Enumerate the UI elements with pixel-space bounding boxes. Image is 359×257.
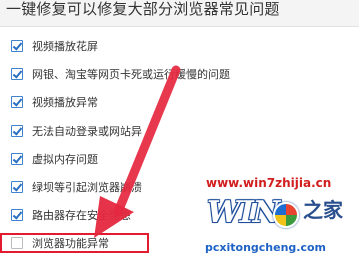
repair-option-label: 路由器存在安全隐患	[32, 209, 131, 222]
highlight-box	[0, 233, 149, 253]
repair-option-2[interactable]: 网银、淘宝等网页卡死或运行缓慢的问题	[11, 65, 230, 83]
checkbox-checked[interactable]	[11, 40, 23, 52]
repair-option-label: 视频播放异常	[32, 96, 98, 109]
section-header: 一键修复可以修复大部分浏览器常见问题	[0, 0, 359, 27]
repair-option-label: 网银、淘宝等网页卡死或运行缓慢的问题	[32, 68, 230, 81]
checkbox-checked[interactable]	[11, 209, 23, 221]
repair-option-label: 视频播放花屏	[32, 40, 98, 53]
repair-option-1[interactable]: 视频播放花屏	[11, 37, 98, 55]
repair-option-label: 绿坝等引起浏览器崩溃	[32, 181, 142, 194]
section-title: 一键修复可以修复大部分浏览器常见问题	[6, 0, 280, 18]
windows-flag-icon	[273, 202, 299, 228]
repair-option-3[interactable]: 视频播放异常	[11, 93, 98, 111]
repair-option-label: 无法自动登录或网站异	[32, 125, 142, 138]
checkbox-checked[interactable]	[11, 96, 23, 108]
checkbox-checked[interactable]	[11, 153, 23, 165]
watermark-url: pcxitongcheng.com	[205, 241, 327, 254]
watermark-site-text: www.win7zhijia.cn	[206, 176, 332, 190]
repair-option-5[interactable]: 虚拟内存问题	[11, 150, 98, 168]
repair-option-7[interactable]: 路由器存在安全隐患	[11, 206, 131, 224]
checkbox-checked[interactable]	[11, 68, 23, 80]
repair-option-4[interactable]: 无法自动登录或网站异	[11, 122, 142, 140]
logo-text: WIN	[207, 195, 280, 230]
repair-option-label: 虚拟内存问题	[32, 153, 98, 166]
repair-option-6[interactable]: 绿坝等引起浏览器崩溃	[11, 178, 142, 196]
checkbox-checked[interactable]	[11, 181, 23, 193]
logo-chinese-text: 之家	[303, 198, 343, 222]
watermark-logo: WIN 之家	[207, 193, 357, 241]
checkbox-checked[interactable]	[11, 125, 23, 137]
